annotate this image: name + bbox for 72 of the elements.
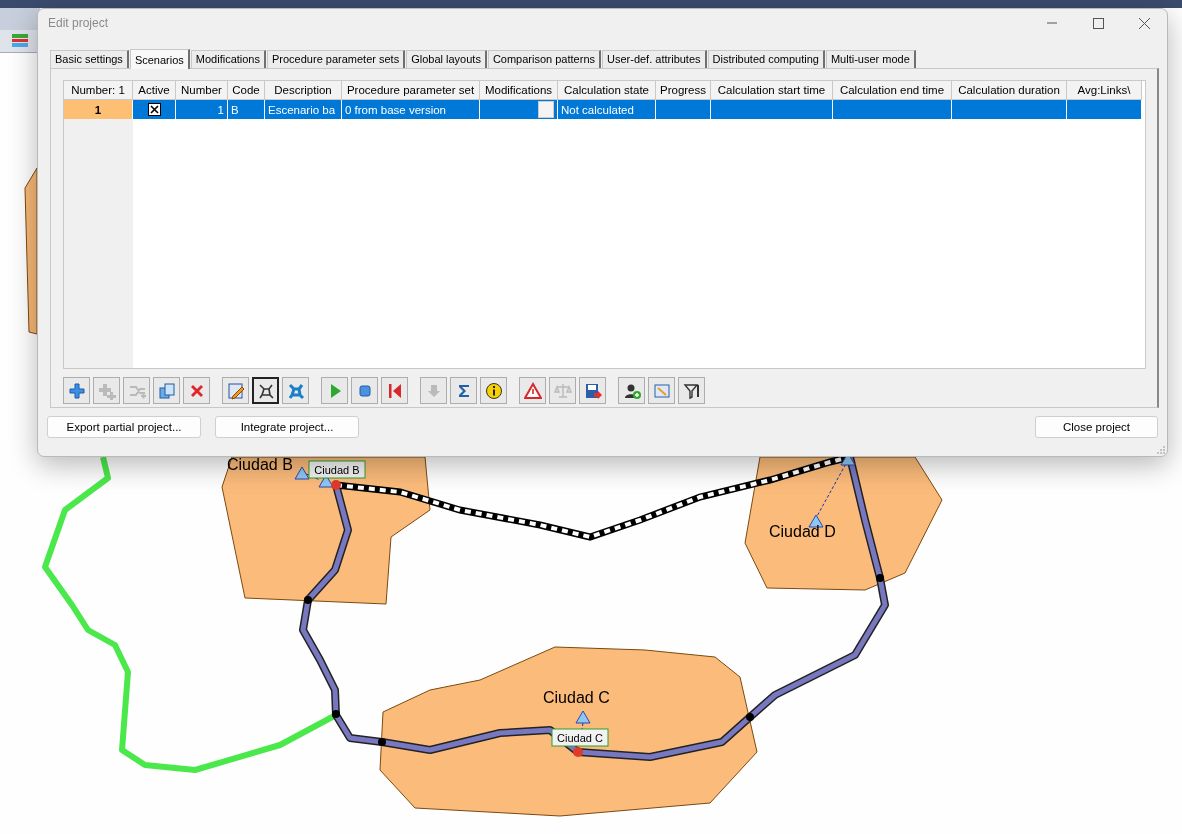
toolbar-button[interactable] <box>480 377 507 404</box>
dialog-button[interactable]: Export partial project... <box>47 416 201 438</box>
table-cell <box>656 100 711 119</box>
stop-tag: Ciudad C <box>551 728 609 747</box>
add-more-icon <box>97 381 116 400</box>
info-icon <box>484 381 503 400</box>
dialog-button[interactable]: Integrate project... <box>215 416 359 438</box>
save-icon <box>583 381 602 400</box>
toolbar-button[interactable] <box>252 377 279 404</box>
tab[interactable]: Procedure parameter sets <box>267 50 406 68</box>
column-header[interactable]: Progress <box>656 81 711 100</box>
tab[interactable]: Multi-user mode <box>825 50 916 68</box>
copy-icon <box>157 381 176 400</box>
stop-tag: Ciudad B <box>308 460 366 479</box>
node-dot <box>746 713 754 721</box>
tab[interactable]: Basic settings <box>50 50 129 68</box>
checkbox[interactable] <box>147 103 161 116</box>
column-header[interactable]: Calculation start time <box>711 81 833 100</box>
column-header[interactable]: Modifications <box>480 81 558 100</box>
tab[interactable]: User-def. attributes <box>602 50 707 68</box>
tab[interactable]: Modifications <box>190 50 266 68</box>
table-cell: Not calculated <box>558 100 656 119</box>
column-header[interactable]: Number: 1 <box>64 81 133 100</box>
toolbar-strip <box>0 8 40 30</box>
node-dot <box>378 738 386 746</box>
resize-grip-icon <box>1157 446 1165 454</box>
table-cell: 0 from base version <box>342 100 480 119</box>
node-dot <box>332 710 340 718</box>
column-header[interactable]: Description <box>265 81 342 100</box>
column-header[interactable]: Calculation duration <box>952 81 1067 100</box>
zone-label: Ciudad B <box>227 456 293 473</box>
triangle-marker <box>575 710 591 724</box>
window-icon <box>652 381 671 400</box>
layers-icon <box>12 33 28 48</box>
column-header[interactable]: Procedure parameter set <box>342 81 480 100</box>
network-bold-icon <box>286 381 305 400</box>
tab[interactable]: Scenarios <box>129 49 190 69</box>
dialog-button[interactable]: Close project <box>1035 416 1158 438</box>
row-header[interactable]: 1 <box>64 100 133 119</box>
column-header[interactable]: Calculation end time <box>833 81 952 100</box>
tab[interactable]: Global layouts <box>406 50 487 68</box>
warning-icon <box>523 381 542 400</box>
toolbar-button[interactable] <box>222 377 249 404</box>
zone-label: Ciudad D <box>769 523 836 540</box>
node-dot <box>876 574 884 582</box>
table-row[interactable]: 1 1 B Escenario ba 0 from base version Not calculated <box>64 100 1145 119</box>
column-header[interactable]: Number <box>176 81 228 100</box>
edit-icon <box>226 381 245 400</box>
column-header[interactable]: Avg:Links\ <box>1067 81 1142 100</box>
window-title: Edit project <box>48 16 110 30</box>
scale-icon <box>553 381 572 400</box>
node-dot <box>573 747 583 757</box>
close-icon <box>1138 17 1150 29</box>
node-dot <box>331 480 341 490</box>
toolbar-button[interactable] <box>579 377 606 404</box>
triangle-marker <box>294 466 310 480</box>
column-header[interactable]: Calculation state <box>558 81 656 100</box>
table-cell: B <box>228 100 265 119</box>
node-dot <box>304 596 312 604</box>
filter-icon <box>682 381 701 400</box>
network-icon <box>256 381 275 400</box>
toolbar-button[interactable] <box>678 377 705 404</box>
tab[interactable]: Comparison patterns <box>487 50 601 68</box>
toolbar-button[interactable] <box>618 377 645 404</box>
maximize-icon <box>1092 17 1104 29</box>
table-cell: 1 <box>176 100 228 119</box>
column-header[interactable]: Code <box>228 81 265 100</box>
zone-label: Ciudad C <box>543 689 610 706</box>
table-cell: Escenario ba <box>265 100 342 119</box>
add-icon <box>67 381 86 400</box>
tab[interactable]: Distributed computing <box>707 50 825 68</box>
column-header[interactable]: Active <box>133 81 176 100</box>
